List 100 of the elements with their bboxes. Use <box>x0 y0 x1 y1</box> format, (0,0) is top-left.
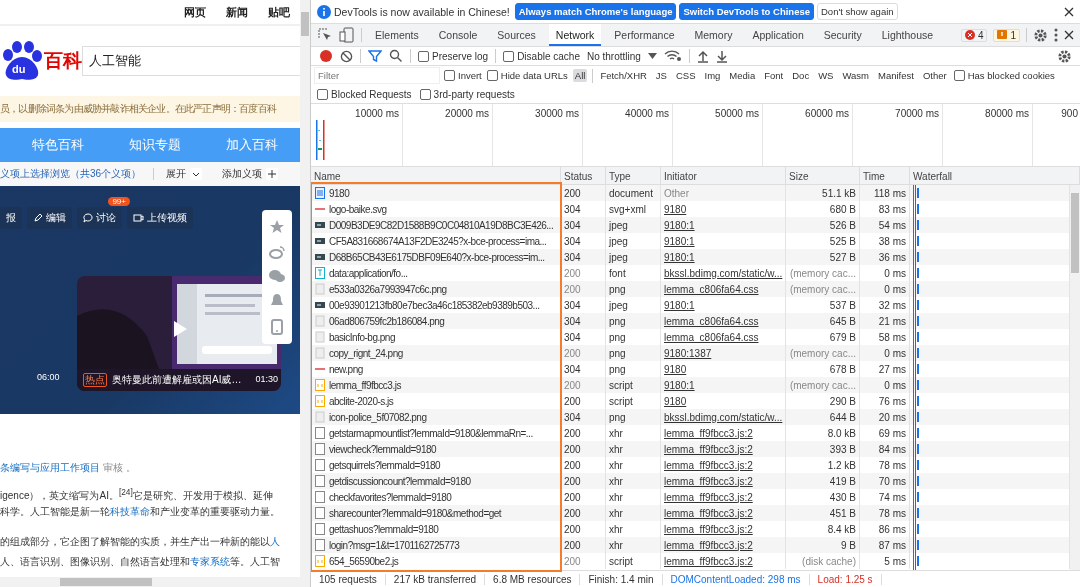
video-card[interactable]: 热点 奥特曼此前遭解雇或因AI威… 01:30 <box>77 276 281 391</box>
status-cell: 304 <box>561 217 606 233</box>
request-name[interactable]: new.png <box>329 363 363 375</box>
action-button[interactable]: 编辑 <box>27 207 72 229</box>
initiator-link[interactable]: lemma_ff9fbcc3.js:2 <box>664 507 753 519</box>
request-name[interactable]: icon-police_5f07082.png <box>329 411 427 423</box>
request-name[interactable]: gettashuos?lemmaId=9180 <box>329 523 439 535</box>
column-header[interactable]: Status <box>561 167 606 184</box>
expand-button[interactable]: 展开 <box>166 167 187 181</box>
request-name[interactable]: getstarmapmountlist?lemmaId=9180&lemmaRn=... <box>329 427 533 439</box>
time-cell: 5 ms <box>860 553 910 569</box>
request-name[interactable]: D68B65CB43E6175DBF09E640?x-bce-process=im... <box>329 251 545 263</box>
initiator-link[interactable]: lemma_ff9fbcc3.js:2 <box>664 491 753 503</box>
type-filter-button[interactable]: JS <box>653 69 669 82</box>
top-nav-link[interactable]: 网页 <box>184 4 206 20</box>
panel-tab[interactable]: Elements <box>368 24 426 46</box>
article-link[interactable]: 条编写与应用工作项目 <box>0 462 100 473</box>
column-header[interactable]: Type <box>606 167 661 184</box>
throttling-select[interactable]: No throttling <box>586 50 641 62</box>
request-name[interactable]: data:application/fo... <box>329 267 408 279</box>
request-name[interactable]: 9180 <box>329 187 350 199</box>
info-button[interactable]: Switch DevTools to Chinese <box>679 3 814 20</box>
initiator-link[interactable]: lemma_ff9fbcc3.js:2 <box>664 427 753 439</box>
type-filter-button[interactable]: CSS <box>673 69 698 82</box>
type-filter-button[interactable]: Other <box>920 69 949 82</box>
request-name[interactable]: D009B3DE9C82D1588B9C0C04810A19D8BC3E426... <box>329 219 554 231</box>
request-name[interactable]: copy_rignt_24.png <box>329 347 403 359</box>
panel-tab[interactable]: Network <box>548 24 602 46</box>
action-button[interactable]: 上传视频 <box>127 207 193 229</box>
initiator-link[interactable]: 9180:1 <box>664 299 695 311</box>
type-filter-button[interactable]: Font <box>762 69 786 82</box>
add-sense-button[interactable]: 添加义项 <box>222 167 263 181</box>
initiator-link[interactable]: 9180:1 <box>664 219 695 231</box>
request-name[interactable]: checkfavorites?lemmaId=9180 <box>329 491 452 503</box>
top-nav-link[interactable]: 新闻 <box>226 4 248 20</box>
type-filter-button[interactable]: Fetch/XHR <box>598 69 649 82</box>
initiator-link[interactable]: lemma_ff9fbcc3.js:2 <box>664 459 753 471</box>
type-filter-button[interactable]: Doc <box>790 69 812 82</box>
type-filter-button[interactable]: Wasm <box>840 69 871 82</box>
initiator-link[interactable]: lemma_ff9fbcc3.js:2 <box>664 523 753 535</box>
request-name[interactable]: 00e93901213fb80e7bec3a46c185382eb9389b503... <box>329 299 540 311</box>
panel-tab[interactable]: Sources <box>490 24 543 46</box>
warning-count[interactable]: 1 <box>993 28 1020 42</box>
type-filter-button[interactable]: Img <box>702 69 723 82</box>
initiator-link[interactable]: 9180:1 <box>664 251 695 263</box>
column-header[interactable]: Time <box>860 167 910 184</box>
request-name[interactable]: CF5A831668674A13F2DE3245?x-bce-process=ima... <box>329 235 547 247</box>
filter-field[interactable]: Filter <box>315 68 439 83</box>
initiator-link[interactable]: 9180:1 <box>664 235 695 247</box>
info-button[interactable]: Always match Chrome's language <box>514 3 677 20</box>
initiator-link[interactable]: bkssl.bdimg.com/static/w... <box>664 411 783 423</box>
action-button[interactable]: 报 <box>0 207 22 229</box>
column-header[interactable]: Initiator <box>661 167 786 184</box>
error-count[interactable]: 4 <box>960 28 988 42</box>
request-name[interactable]: getsquirrels?lemmaId=9180 <box>329 459 441 471</box>
initiator-link[interactable]: 9180 <box>664 363 687 375</box>
type-filter-button[interactable]: All <box>572 69 588 82</box>
request-name[interactable]: abclite-2020-s.js <box>329 395 394 407</box>
initiator-link[interactable]: bkssl.bdimg.com/static/w... <box>664 267 783 279</box>
request-name[interactable]: login?msg=1&t=1701162725773 <box>329 539 460 551</box>
request-name[interactable]: logo-baike.svg <box>329 203 387 215</box>
time-tick: 20000 ms <box>445 108 489 119</box>
panel-tab[interactable]: Console <box>431 24 485 46</box>
search-field[interactable]: 人工智能 <box>82 46 300 76</box>
request-name[interactable]: e533a0326a7993947c6c.png <box>329 283 447 295</box>
top-nav-link[interactable]: 贴吧 <box>268 4 290 20</box>
request-name[interactable]: sharecounter?lemmaId=9180&method=get <box>329 507 502 519</box>
type-filter-button[interactable]: Media <box>727 69 758 82</box>
request-name[interactable]: lemma_ff9fbcc3.js <box>329 379 401 391</box>
column-header[interactable]: Size <box>786 167 860 184</box>
request-name[interactable]: getdiscussioncount?lemmaId=9180 <box>329 475 471 487</box>
panel-tab[interactable]: Security <box>816 24 869 46</box>
initiator-link[interactable]: lemma_ff9fbcc3.js:2 <box>664 443 753 455</box>
panel-tab[interactable]: Memory <box>687 24 740 46</box>
initiator-link[interactable]: 9180 <box>664 395 687 407</box>
initiator-link[interactable]: 9180 <box>664 203 687 215</box>
article-link[interactable]: 人 <box>270 536 280 547</box>
type-filter-button[interactable]: WS <box>816 69 836 82</box>
type-filter-button[interactable]: Manifest <box>876 69 916 82</box>
initiator-link[interactable]: 9180:1387 <box>664 347 712 359</box>
request-name[interactable]: viewcheck?lemmaId=9180 <box>329 443 437 455</box>
initiator-link[interactable]: lemma_ff9fbcc3.js:2 <box>664 475 753 487</box>
initiator-link[interactable]: 9180:1 <box>664 379 695 391</box>
initiator-link[interactable]: lemma_c806fa64.css <box>664 331 759 343</box>
initiator-link[interactable]: lemma_c806fa64.css <box>664 283 759 295</box>
request-name[interactable]: 06ad806759fc2b186084.png <box>329 315 445 327</box>
action-button[interactable]: 讨论 <box>77 207 122 229</box>
request-name[interactable]: basicInfo-bg.png <box>329 331 395 343</box>
article-link[interactable]: 科技革命 <box>110 506 150 517</box>
column-header[interactable]: Waterfall <box>910 167 1080 184</box>
info-button[interactable]: Don't show again <box>817 3 898 20</box>
initiator-link[interactable]: lemma_c806fa64.css <box>664 315 759 327</box>
article-link[interactable]: 专家系统 <box>190 556 230 567</box>
initiator-link[interactable]: lemma_ff9fbcc3.js:2 <box>664 555 753 567</box>
request-name[interactable]: 654_56590be2.js <box>329 555 399 567</box>
panel-tab[interactable]: Application <box>745 24 811 46</box>
column-header[interactable]: Name <box>311 167 561 184</box>
panel-tab[interactable]: Performance <box>607 24 682 46</box>
initiator-link[interactable]: lemma_ff9fbcc3.js:2 <box>664 539 753 551</box>
panel-tab[interactable]: Lighthouse <box>874 24 941 46</box>
